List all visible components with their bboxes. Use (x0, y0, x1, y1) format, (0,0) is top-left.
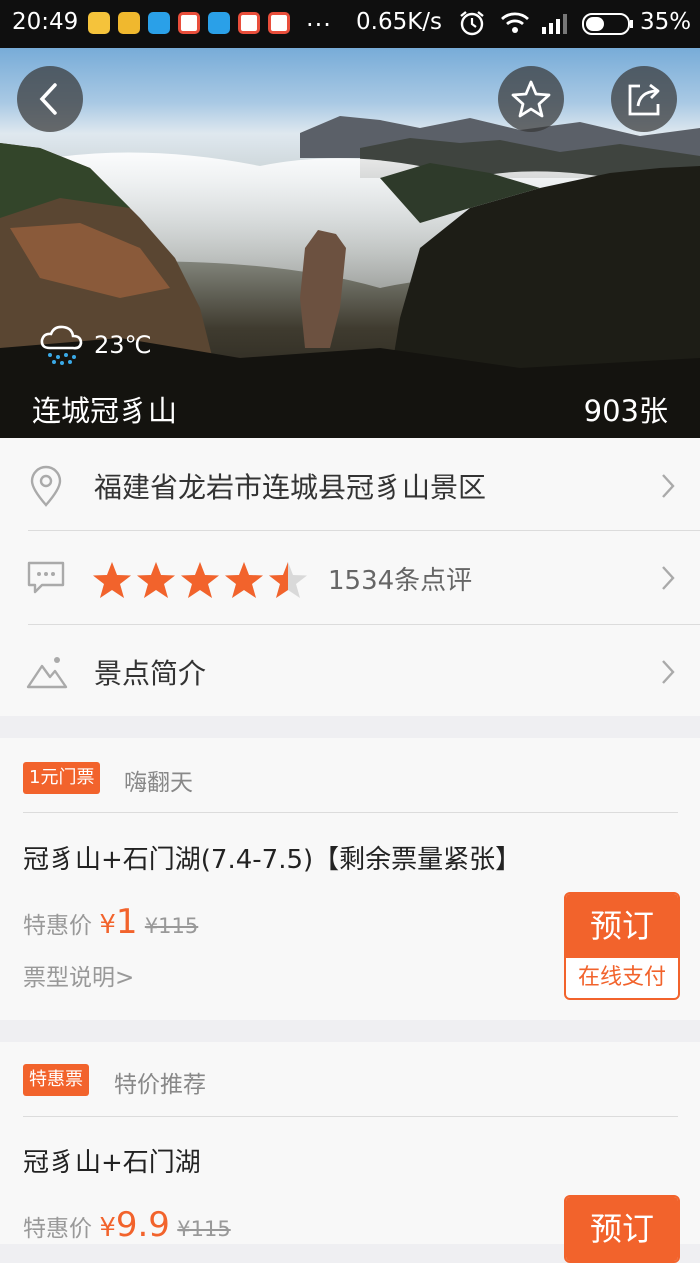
hero-photo[interactable]: 23℃ 连城冠豸山 903张 (0, 48, 700, 438)
status-bar: 20:49 ... 0.65K/s 35% (0, 0, 700, 48)
review-count: 1534条点评 (328, 565, 473, 596)
notification-icons (88, 12, 290, 34)
comment-icon (27, 561, 65, 594)
info-list: 福建省龙岩市连城县冠豸山景区 1534条点评 景点简介 (0, 438, 700, 716)
ticket-type-note-link[interactable]: 票型说明> (23, 958, 134, 992)
back-button[interactable] (17, 66, 83, 132)
battery-percent: 35% (640, 9, 692, 35)
battery-icon (582, 13, 634, 41)
favorite-button[interactable] (498, 66, 564, 132)
star-filled-icon (181, 562, 219, 598)
book-button[interactable]: 预订 (564, 1195, 680, 1263)
share-button[interactable] (611, 66, 677, 132)
chevron-right-icon (662, 566, 675, 590)
location-pin-icon (30, 465, 62, 507)
rating-stars (92, 561, 308, 599)
address-text: 福建省龙岩市连城县冠豸山景区 (94, 471, 487, 504)
ticket-title[interactable]: 冠豸山+石门湖 (23, 1142, 201, 1179)
star-filled-icon (137, 562, 175, 598)
price-row: 特惠价 ¥9.9 ¥115 (23, 1205, 231, 1245)
ticket-tag: 1元门票 (23, 762, 101, 794)
divider (28, 530, 700, 531)
book-button[interactable]: 预订 在线支付 (564, 892, 680, 1000)
signal-icon (542, 12, 572, 40)
divider (23, 812, 678, 813)
wifi-icon (500, 11, 530, 41)
divider (23, 1116, 678, 1117)
mountain-icon (26, 657, 68, 689)
book-label: 预订 (566, 1197, 678, 1261)
star-filled-icon (93, 562, 131, 598)
notification-app-icon (208, 12, 230, 34)
more-notifications: ... (306, 4, 332, 32)
currency-symbol: ¥ (99, 1213, 116, 1243)
price-label: 特惠价 (23, 913, 92, 939)
intro-label: 景点简介 (94, 657, 207, 690)
ticket-card: 1元门票 嗨翻天 冠豸山+石门湖(7.4-7.5)【剩余票量紧张】 特惠价 ¥1… (0, 738, 700, 1020)
photo-count[interactable]: 903张 (584, 388, 668, 430)
chevron-right-icon (662, 474, 675, 498)
share-icon (628, 83, 660, 116)
book-label: 预订 (566, 894, 678, 958)
ticket-card: 特惠票 特价推荐 冠豸山+石门湖 特惠价 ¥9.9 ¥115 预订 (0, 1042, 700, 1263)
network-speed: 0.65K/s (356, 9, 443, 35)
ticket-seller: 嗨翻天 (124, 770, 193, 796)
notification-app-icon (268, 12, 290, 34)
ticket-price: 9.9 (115, 1205, 170, 1245)
ticket-title[interactable]: 冠豸山+石门湖(7.4-7.5)【剩余票量紧张】 (23, 839, 521, 876)
price-label: 特惠价 (23, 1216, 92, 1242)
online-pay-label: 在线支付 (577, 965, 666, 990)
ticket-tag: 特惠票 (23, 1064, 89, 1096)
chevron-left-icon (39, 83, 57, 115)
star-filled-icon (225, 562, 263, 598)
alarm-icon (458, 10, 486, 42)
notification-app-icon (118, 12, 140, 34)
reviews-row[interactable]: 1534条点评 (0, 532, 700, 624)
weather-widget: 23℃ (38, 324, 152, 366)
address-row[interactable]: 福建省龙岩市连城县冠豸山景区 (0, 440, 700, 532)
star-outline-icon (511, 80, 551, 118)
ticket-seller: 特价推荐 (114, 1072, 206, 1098)
landscape-photo (0, 116, 700, 438)
intro-row[interactable]: 景点简介 (0, 626, 700, 718)
star-half-icon (269, 562, 307, 598)
temperature: 23℃ (94, 331, 152, 359)
price-row: 特惠价 ¥1 ¥115 (23, 902, 198, 942)
original-price: ¥115 (177, 1217, 231, 1241)
currency-symbol: ¥ (99, 910, 116, 940)
status-time: 20:49 (12, 9, 79, 35)
scenic-spot-title: 连城冠豸山 (32, 394, 178, 428)
original-price: ¥115 (144, 914, 199, 938)
chevron-right-icon (662, 660, 675, 684)
notification-app-icon (178, 12, 200, 34)
divider (28, 624, 700, 625)
notification-app-icon (238, 12, 260, 34)
notification-app-icon (148, 12, 170, 34)
rain-cloud-icon (40, 325, 83, 365)
ticket-price: 1 (115, 902, 138, 942)
notification-app-icon (88, 12, 110, 34)
